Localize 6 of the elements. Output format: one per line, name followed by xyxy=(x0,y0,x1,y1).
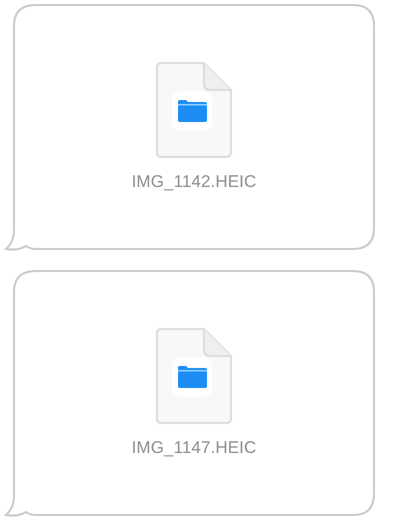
file-icon xyxy=(156,328,232,424)
message-bubble[interactable] xyxy=(5,270,375,517)
file-name: IMG_1142.HEIC xyxy=(132,172,256,192)
file-name: IMG_1147.HEIC xyxy=(132,438,256,458)
file-icon xyxy=(156,62,232,158)
message-bubble[interactable] xyxy=(5,4,375,251)
